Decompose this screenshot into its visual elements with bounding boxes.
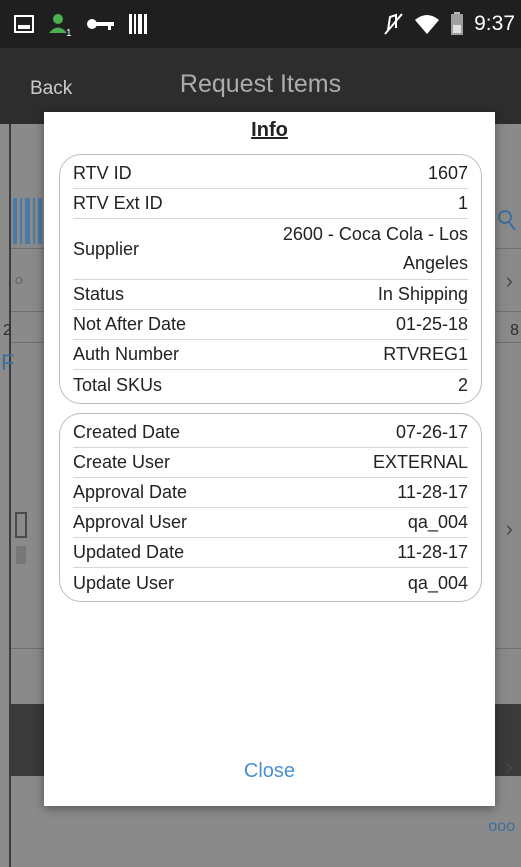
background-letter: O bbox=[15, 276, 23, 287]
battery-icon bbox=[451, 12, 464, 35]
info-row-update-user: Update User qa_004 bbox=[73, 568, 468, 598]
info-row-rtv-ext-id: RTV Ext ID 1 bbox=[73, 189, 468, 219]
info-value: qa_004 bbox=[407, 512, 468, 532]
info-label: Approval User bbox=[73, 512, 188, 532]
info-group-rtv: RTV ID 1607 RTV Ext ID 1 Supplier 2600 -… bbox=[59, 154, 482, 404]
info-dialog: Info RTV ID 1607 RTV Ext ID 1 Supplier 2… bbox=[44, 112, 495, 806]
info-row-status: Status In Shipping bbox=[73, 280, 468, 310]
wifi-icon bbox=[415, 15, 440, 34]
info-label: Total SKUs bbox=[73, 374, 163, 395]
info-value: 11-28-17 bbox=[397, 542, 468, 562]
background-number: 2 bbox=[3, 322, 12, 339]
barcode-icon bbox=[129, 14, 147, 34]
info-value: 2600 - Coca Cola - Los Angeles bbox=[282, 224, 468, 273]
dialog-title: Info bbox=[251, 119, 288, 141]
key-icon bbox=[87, 19, 114, 30]
page-title: Request Items bbox=[179, 70, 342, 98]
info-value: In Shipping bbox=[377, 284, 468, 304]
info-value: 1607 bbox=[427, 163, 468, 183]
image-icon bbox=[14, 15, 34, 33]
status-bar-left-icons: 1 bbox=[14, 8, 148, 40]
info-group-audit: Created Date 07-26-17 Create User EXTERN… bbox=[59, 413, 482, 602]
info-row-create-user: Create User EXTERNAL bbox=[73, 448, 468, 478]
info-row-approval-date: Approval Date 11-28-17 bbox=[73, 478, 468, 508]
barcode-icon bbox=[13, 198, 42, 244]
mute-icon bbox=[384, 13, 403, 35]
info-label: Updated Date bbox=[73, 542, 185, 562]
status-bar-right-icons: 9:37 bbox=[384, 8, 515, 40]
info-row-auth-number: Auth Number RTVREG1 bbox=[73, 340, 468, 370]
info-row-supplier: Supplier 2600 - Coca Cola - Los Angeles bbox=[73, 219, 468, 280]
info-label: RTV ID bbox=[73, 163, 132, 183]
info-row-created-date: Created Date 07-26-17 bbox=[73, 418, 468, 448]
search-icon bbox=[498, 210, 516, 231]
info-label: Auth Number bbox=[73, 344, 180, 364]
info-label: RTV Ext ID bbox=[73, 193, 163, 213]
chevron-right-icon: › bbox=[505, 516, 513, 541]
status-bar: 1 9:37 bbox=[0, 0, 521, 48]
info-value: 01-25-18 bbox=[395, 314, 468, 334]
chevron-right-icon: › bbox=[505, 754, 513, 779]
info-row-updated-date: Updated Date 11-28-17 bbox=[73, 538, 468, 568]
info-row-total-skus: Total SKUs 2 bbox=[73, 370, 468, 400]
info-label: Status bbox=[73, 284, 125, 304]
user-badge-icon: 1 bbox=[49, 14, 72, 37]
info-value: RTVREG1 bbox=[383, 344, 468, 364]
info-label: Supplier bbox=[73, 238, 140, 259]
info-value: qa_004 bbox=[407, 572, 468, 593]
more-dots[interactable]: ooo bbox=[488, 818, 515, 836]
info-row-approval-user: Approval User qa_004 bbox=[73, 508, 468, 538]
svg-text:1: 1 bbox=[66, 28, 72, 37]
image-placeholder-icon bbox=[15, 512, 27, 564]
chevron-right-icon: › bbox=[505, 268, 513, 293]
close-button[interactable]: Close bbox=[44, 760, 495, 783]
info-value: 07-26-17 bbox=[395, 422, 468, 442]
info-label: Create User bbox=[73, 452, 171, 472]
background-number: 8 bbox=[510, 322, 519, 339]
background-letter: F bbox=[1, 350, 15, 375]
info-row-rtv-id: RTV ID 1607 bbox=[73, 159, 468, 189]
info-row-not-after-date: Not After Date 01-25-18 bbox=[73, 310, 468, 340]
info-label: Update User bbox=[73, 572, 175, 593]
info-value: EXTERNAL bbox=[372, 452, 468, 472]
info-label: Created Date bbox=[73, 422, 181, 442]
info-value: 2 bbox=[457, 374, 468, 395]
info-label: Approval Date bbox=[73, 482, 188, 502]
info-value: 11-28-17 bbox=[397, 482, 468, 502]
info-label: Not After Date bbox=[73, 314, 187, 334]
info-value: 1 bbox=[457, 193, 468, 213]
status-time: 9:37 bbox=[474, 12, 515, 35]
